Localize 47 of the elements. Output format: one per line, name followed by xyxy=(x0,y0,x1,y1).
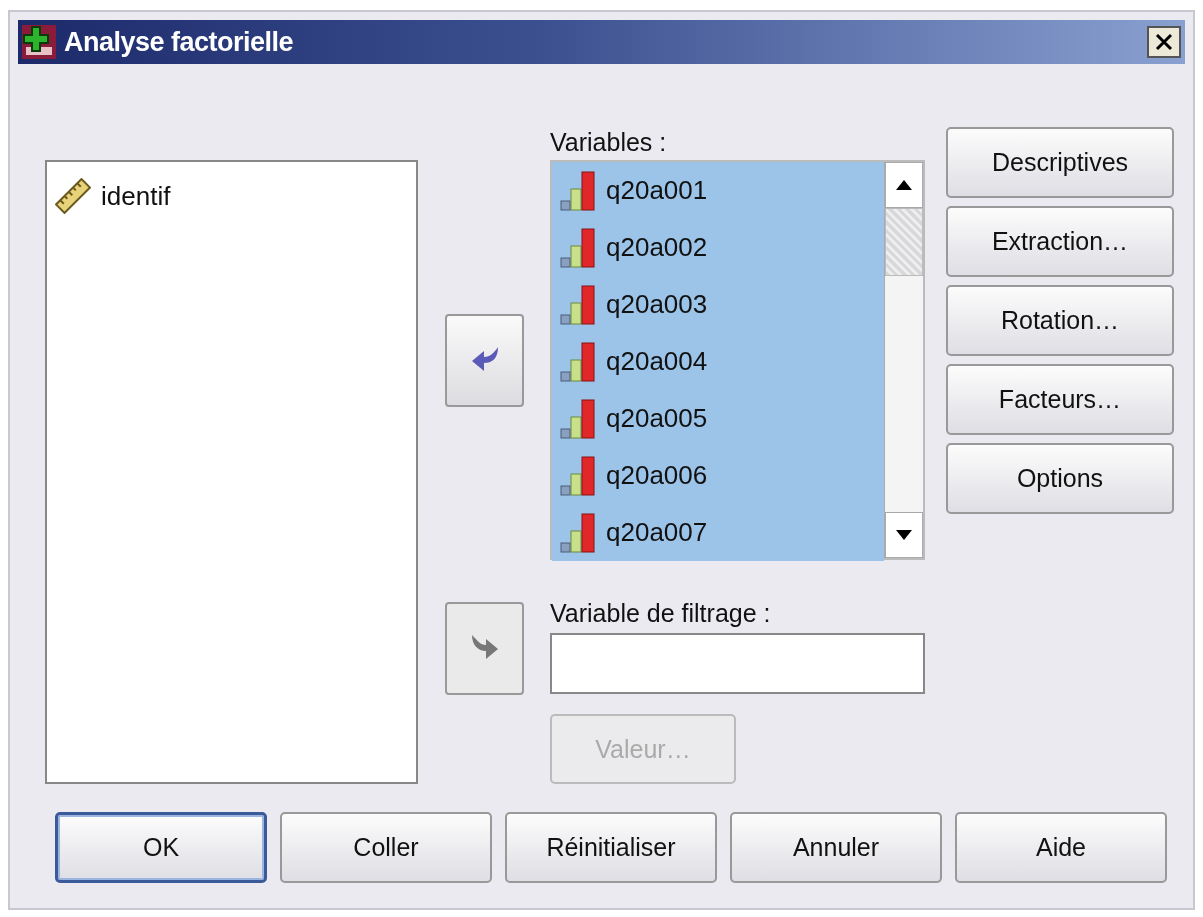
scroll-down-icon xyxy=(896,530,912,540)
dialog-button[interactable]: Descriptives xyxy=(946,127,1174,198)
bar-chart-icon xyxy=(560,284,596,325)
dialog-button[interactable]: Coller xyxy=(280,812,492,883)
bar-chart-icon xyxy=(560,170,596,211)
list-item[interactable]: identif xyxy=(47,174,416,218)
list-item[interactable]: q20a005 xyxy=(552,390,884,447)
dialog-button[interactable]: OK xyxy=(55,812,267,883)
filter-field[interactable] xyxy=(550,633,925,694)
variables-label: Variables : xyxy=(550,127,668,158)
list-item[interactable]: q20a003 xyxy=(552,276,884,333)
dialog-button[interactable]: Aide xyxy=(955,812,1167,883)
dialog-button[interactable]: Extraction… xyxy=(946,206,1174,277)
list-item[interactable]: q20a004 xyxy=(552,333,884,390)
move-button[interactable] xyxy=(445,314,524,407)
dialog-button[interactable]: Rotation… xyxy=(946,285,1174,356)
variable-name: q20a005 xyxy=(606,403,708,434)
dialog-button[interactable]: Facteurs… xyxy=(946,364,1174,435)
bar-chart-icon xyxy=(560,512,596,553)
source-variable-list[interactable]: identif xyxy=(45,160,418,784)
dialog-button[interactable]: Annuler xyxy=(730,812,942,883)
bar-chart-icon xyxy=(560,398,596,439)
variable-name: q20a001 xyxy=(606,175,708,206)
bar-chart-icon xyxy=(560,341,596,382)
window-title: Analyse factorielle xyxy=(64,26,295,58)
list-item[interactable]: q20a006 xyxy=(552,447,884,504)
dialog-button[interactable]: Options xyxy=(946,443,1174,514)
list-item[interactable]: q20a002 xyxy=(552,219,884,276)
scrollbar[interactable] xyxy=(884,162,923,558)
close-icon xyxy=(1154,32,1174,52)
dialog-button[interactable]: Réinitialiser xyxy=(505,812,717,883)
scroll-thumb[interactable] xyxy=(885,208,923,276)
bar-chart-icon xyxy=(560,227,596,268)
list-item[interactable]: q20a007 xyxy=(552,504,884,561)
variable-name: q20a002 xyxy=(606,232,708,263)
list-item[interactable]: q20a001 xyxy=(552,162,884,219)
scroll-up-icon xyxy=(896,180,912,190)
variables-list[interactable]: q20a001 q20a002 q20a003 q20a004 q20a005 q20a006 q20a007 xyxy=(550,160,925,560)
variable-name: q20a004 xyxy=(606,346,708,377)
app-icon xyxy=(22,25,56,59)
close-button[interactable] xyxy=(1147,26,1181,58)
variable-name: identif xyxy=(101,180,171,212)
variable-name: q20a007 xyxy=(606,517,708,548)
variable-name: q20a003 xyxy=(606,289,708,320)
variable-name: q20a006 xyxy=(606,460,708,491)
bar-chart-icon xyxy=(560,455,596,496)
filter-label: Variable de filtrage : xyxy=(550,598,772,629)
